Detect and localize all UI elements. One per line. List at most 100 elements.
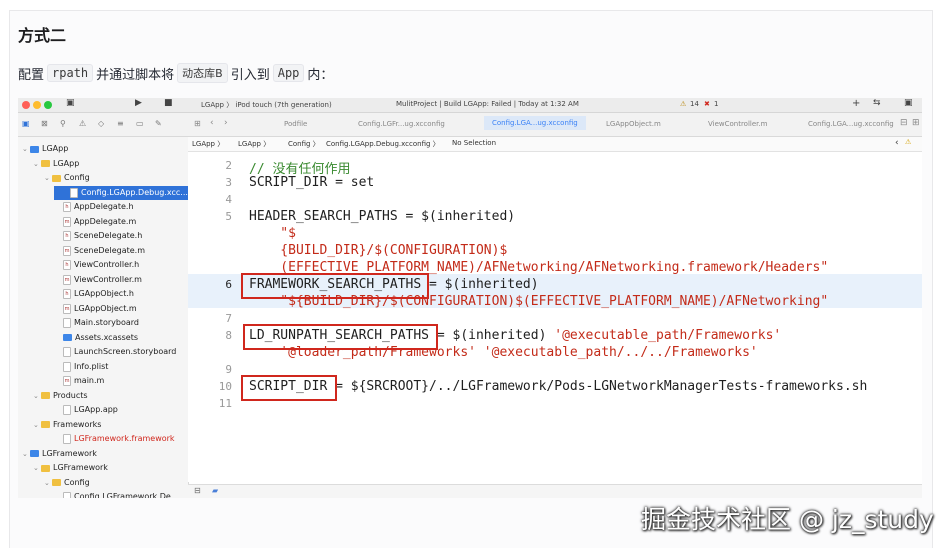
folder-icon	[41, 464, 50, 472]
minimize-window-icon[interactable]	[33, 101, 41, 109]
navigator-item[interactable]: h ViewController.h	[18, 258, 188, 272]
folder-icon	[41, 160, 50, 167]
stop-icon[interactable]: ■	[164, 98, 173, 108]
line-number: 4	[225, 193, 232, 206]
debug-bar: ⊟ ▰	[188, 484, 922, 498]
navigator-item[interactable]: Assets.xcassets	[18, 331, 188, 345]
navigator-item[interactable]: m AppDelegate.m	[18, 215, 188, 229]
file-icon: m	[63, 274, 71, 285]
line-number: 10	[218, 380, 232, 393]
run-icon[interactable]: ▶	[135, 98, 142, 108]
navigator-item[interactable]: ⌄ LGApp	[18, 142, 188, 156]
navigator-tool-icon[interactable]: ◇	[98, 119, 104, 128]
navigator-item[interactable]: LaunchScreen.storyboard	[18, 345, 188, 359]
disclosure-icon[interactable]: ⌄	[44, 171, 52, 185]
code-review-icon[interactable]: ⇆	[873, 98, 881, 108]
breakpoints-icon[interactable]: ▰	[212, 486, 218, 495]
grid-icon[interactable]: ⊞	[194, 119, 201, 128]
debug-area-icon[interactable]: ⊟	[194, 486, 201, 495]
navigator-item[interactable]: Config.LGFramework.De...	[18, 490, 188, 498]
zoom-window-icon[interactable]	[44, 101, 52, 109]
jump-bar-item[interactable]: Config 〉	[288, 139, 320, 149]
jump-bar-item[interactable]: LGApp 〉	[238, 139, 270, 149]
inspector-toggle-icon[interactable]: ▣	[904, 98, 913, 108]
file-icon	[63, 361, 71, 372]
scheme-selector[interactable]: LGApp 〉 iPod touch (7th generation)	[201, 100, 332, 110]
navigator-item[interactable]: m LGAppObject.m	[18, 302, 188, 316]
disclosure-icon[interactable]: ⌄	[33, 389, 41, 403]
navigator-item[interactable]: ⌄ Frameworks	[18, 418, 188, 432]
issue-warning-icon[interactable]: ⚠	[905, 138, 911, 146]
navigator-item[interactable]: m ViewController.m	[18, 273, 188, 287]
forward-icon[interactable]: ›	[224, 118, 228, 128]
navigator-item-label: Products	[53, 390, 88, 400]
navigator-item[interactable]: Main.storyboard	[18, 316, 188, 330]
code-token: '@executable_path/Frameworks'	[554, 328, 782, 343]
navigator-item[interactable]: h LGAppObject.h	[18, 287, 188, 301]
file-icon	[63, 347, 71, 357]
code-editor[interactable]: 2// 没有任何作用 3 SCRIPT_DIR = set 4 5 HEADER_SEAR…	[188, 152, 922, 482]
navigator-item[interactable]: Config.LGApp.Debug.xcc...	[54, 185, 188, 200]
editor-tab[interactable]: Config.LGA...ug.xcconfig	[484, 116, 586, 130]
back-icon[interactable]: ‹	[210, 118, 214, 128]
navigator-item[interactable]: h SceneDelegate.h	[18, 229, 188, 243]
para-text-1: 配置	[18, 67, 45, 83]
xcode-titlebar: ▣ ▶ ■ LGApp 〉 iPod touch (7th generation…	[18, 98, 922, 113]
navigator-item[interactable]: ⌄ Products	[18, 389, 188, 403]
navigator-item[interactable]: LGFramework.framework	[18, 432, 188, 446]
navigator-item[interactable]: LGApp.app	[18, 403, 188, 417]
navigator-item[interactable]: ⌄ Config	[18, 171, 188, 185]
add-button[interactable]: +	[852, 98, 860, 109]
navigator-item[interactable]: Info.plist	[18, 360, 188, 374]
line-number: 8	[225, 329, 232, 342]
navigator-item-label: Main.storyboard	[74, 318, 139, 327]
jump-back-icon[interactable]: ‹	[895, 138, 899, 148]
navigator-tool-icon[interactable]: ✎	[155, 119, 162, 128]
editor-tab[interactable]: Config.LGA...ug.xcconfig	[808, 120, 894, 128]
disclosure-icon[interactable]: ⌄	[33, 157, 41, 171]
disclosure-icon[interactable]: ⌄	[22, 447, 30, 461]
sidebar-toggle-icon[interactable]: ▣	[66, 98, 75, 108]
disclosure-icon[interactable]: ⌄	[33, 418, 41, 432]
navigator-item[interactable]: m SceneDelegate.m	[18, 244, 188, 258]
navigator-item[interactable]: ⌄ LGFramework	[18, 447, 188, 461]
navigator-tool-icon[interactable]: ▣	[22, 119, 30, 128]
navigator-tool-icon[interactable]: ⚠	[79, 119, 86, 128]
navigator-tool-icon[interactable]: ≡	[117, 119, 124, 128]
code-token: {BUILD_DIR}/$(CONFIGURATION)$	[249, 243, 508, 258]
disclosure-icon[interactable]: ⌄	[44, 476, 52, 490]
close-window-icon[interactable]	[22, 101, 30, 109]
editor-tab[interactable]: ViewController.m	[708, 120, 767, 128]
editor-tab[interactable]: Config.LGFr...ug.xcconfig	[358, 120, 445, 128]
line-number: 6	[225, 278, 232, 291]
para-text-2: 并通过脚本将	[96, 67, 175, 83]
file-icon: h	[63, 231, 71, 241]
editor-tab[interactable]: Podfile	[284, 120, 307, 128]
navigator-item-label: LGApp.app	[74, 405, 118, 414]
jump-bar-item[interactable]: No Selection	[452, 139, 496, 147]
navigator-tool-icon[interactable]: ▭	[136, 119, 144, 128]
code-token: "$	[249, 226, 296, 241]
jump-bar-item[interactable]: Config.LGApp.Debug.xcconfig 〉	[326, 139, 440, 149]
navigator-item[interactable]: h AppDelegate.h	[18, 200, 188, 214]
inline-code-app: App	[272, 64, 305, 82]
navigator-tool-icon[interactable]: ⊠	[41, 119, 48, 128]
navigator-item[interactable]: ⌄ LGApp	[18, 157, 188, 171]
disclosure-icon[interactable]: ⌄	[33, 461, 41, 475]
navigator-item-label: LGApp	[53, 158, 80, 168]
add-editor-icon[interactable]: ⊞	[912, 118, 920, 128]
navigator-item[interactable]: ⌄ Config	[18, 476, 188, 490]
navigator-item[interactable]: ⌄ LGFramework	[18, 461, 188, 475]
navigator-tool-icon[interactable]: ⚲	[60, 119, 66, 128]
editor-tab[interactable]: LGAppObject.m	[606, 120, 661, 128]
split-editor-icon[interactable]: ⊟	[900, 118, 908, 128]
warning-icon[interactable]: ⚠	[680, 100, 686, 108]
disclosure-icon[interactable]: ⌄	[22, 142, 30, 156]
editor-tab-bar: ⊞ ‹ › Podfile Config.LGFr...ug.xcconfig Co…	[188, 113, 922, 137]
jump-bar-item[interactable]: LGApp 〉	[192, 139, 224, 149]
folder-icon	[41, 421, 50, 428]
file-icon: m	[63, 245, 71, 256]
navigator-item[interactable]: m main.m	[18, 374, 188, 388]
code-line: HEADER_SEARCH_PATHS = $(inherited)	[249, 209, 515, 224]
error-icon[interactable]: ✖	[704, 100, 710, 108]
